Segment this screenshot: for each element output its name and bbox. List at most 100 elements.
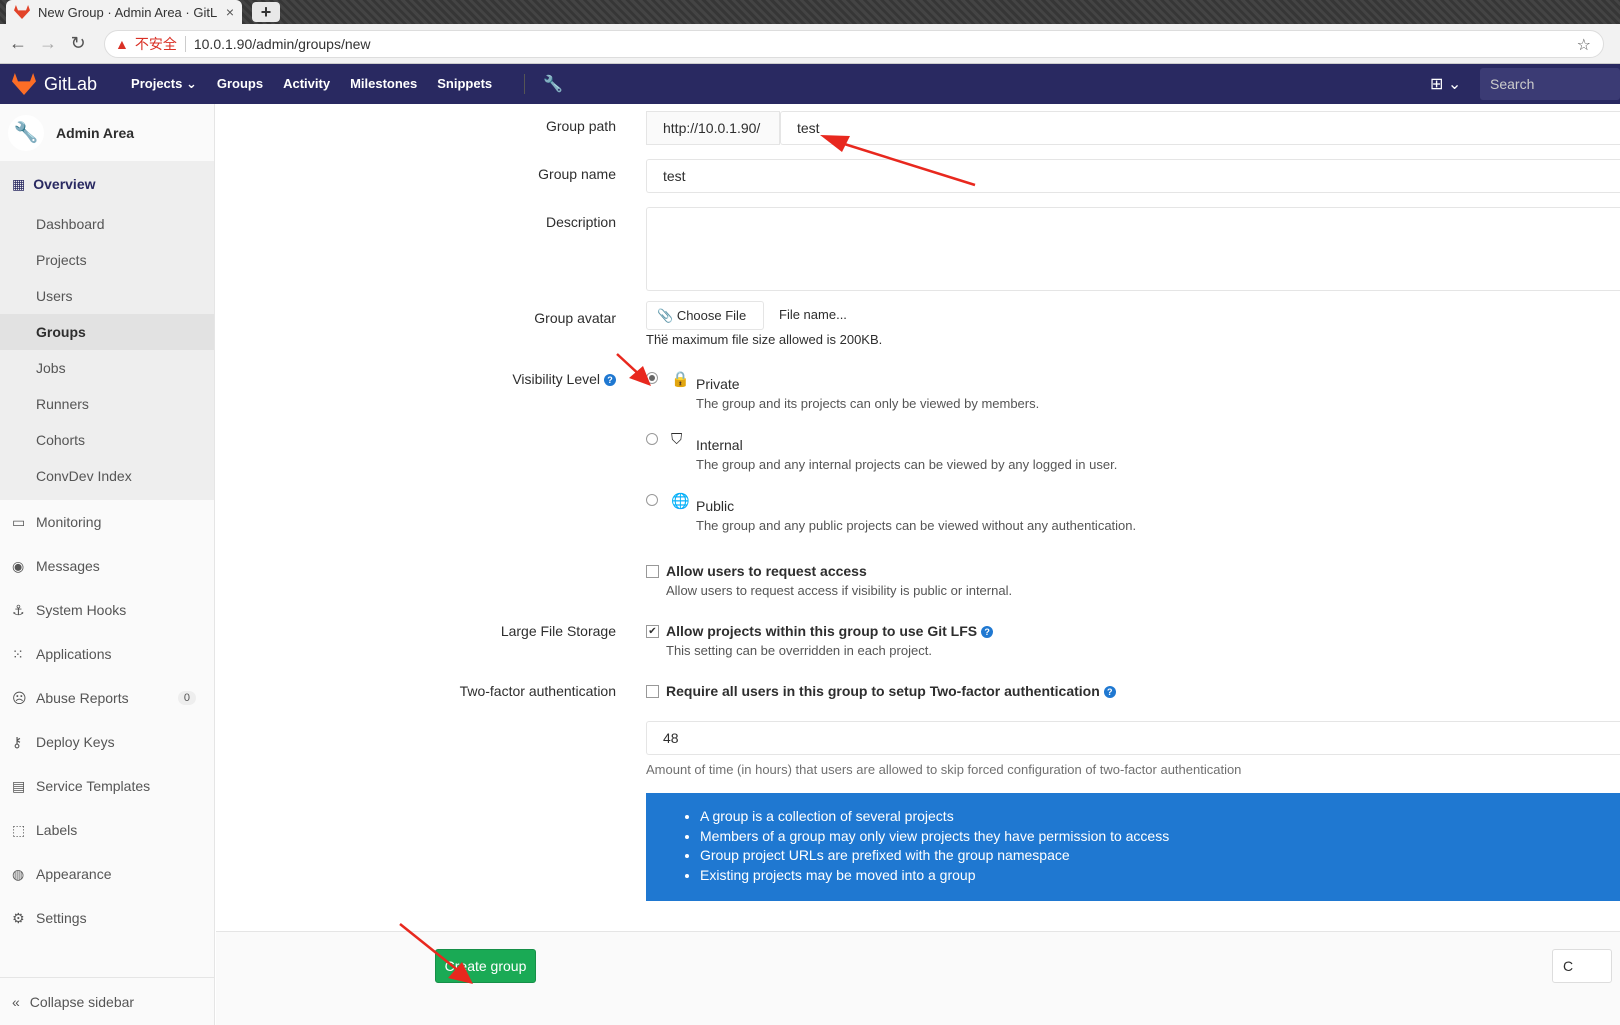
sidebar-item-monitoring[interactable]: ▭ Monitoring — [0, 500, 214, 544]
browser-tab[interactable]: New Group · Admin Area · GitL × — [6, 0, 242, 24]
two-factor-checkbox[interactable] — [646, 685, 659, 698]
lfs-label: Large File Storage — [500, 623, 616, 639]
forward-icon[interactable]: → — [36, 33, 60, 54]
sidebar-item-overview[interactable]: ▦ Overview — [0, 162, 214, 206]
help-icon[interactable]: ? — [981, 626, 994, 639]
browser-tab-strip: New Group · Admin Area · GitL × + — [0, 0, 1620, 24]
nav-milestones[interactable]: Milestones — [350, 76, 417, 92]
bookmark-star-icon[interactable]: ☆ — [1577, 35, 1591, 55]
sidebar-item-service-templates[interactable]: ▤ Service Templates — [0, 764, 214, 808]
lock-icon: 🔒 — [671, 371, 690, 388]
key-icon: ⚷ — [12, 733, 23, 750]
globe-icon: 🌐 — [671, 493, 690, 510]
group-name-label: Group name — [538, 166, 616, 182]
visibility-level-label: Visibility Level? — [512, 371, 616, 387]
gear-icon: ⚙ — [12, 909, 25, 926]
visibility-private-title: Private — [696, 376, 740, 392]
sidebar-item-runners[interactable]: Runners — [0, 386, 214, 422]
visibility-internal-radio[interactable] — [646, 433, 658, 445]
sidebar-item-applications[interactable]: ⁙ Applications — [0, 632, 214, 676]
group-info-box: A group is a collection of several proje… — [646, 793, 1620, 901]
nav-groups[interactable]: Groups — [217, 76, 263, 92]
sidebar-item-settings[interactable]: ⚙ Settings — [0, 896, 214, 940]
divider — [184, 36, 186, 52]
form-actions: Create group C — [216, 931, 1620, 1025]
visibility-public-radio[interactable] — [646, 494, 658, 506]
choose-file-button[interactable]: 📎 Choose File ... — [646, 301, 764, 339]
info-item: Members of a group may only view project… — [700, 827, 1620, 847]
gitlab-favicon-icon — [14, 5, 30, 19]
face-icon: ☹ — [12, 689, 27, 706]
double-chevron-left-icon: « — [12, 993, 20, 1010]
visibility-public-desc: The group and any public projects can be… — [696, 518, 1137, 533]
url-input[interactable]: ▲ 不安全 10.0.1.90/admin/groups/new ☆ — [104, 30, 1604, 58]
visibility-public-title: Public — [696, 498, 735, 514]
sidebar-item-users[interactable]: Users — [0, 278, 214, 314]
group-name-input[interactable]: test — [646, 159, 1620, 193]
sidebar-item-jobs[interactable]: Jobs — [0, 350, 214, 386]
sidebar-item-groups[interactable]: Groups — [0, 314, 214, 350]
sidebar-item-dashboard[interactable]: Dashboard — [0, 206, 214, 242]
gitlab-logo[interactable]: GitLab — [12, 73, 97, 95]
request-access-checkbox[interactable] — [646, 565, 659, 578]
abuse-count-badge: 0 — [177, 691, 196, 705]
collapse-sidebar-button[interactable]: « Collapse sidebar — [0, 977, 215, 1025]
shield-icon: ⛉ — [671, 431, 683, 448]
two-factor-grace-input[interactable]: 48 — [646, 721, 1620, 755]
sidebar-header[interactable]: 🔧 Admin Area — [0, 104, 214, 162]
new-dropdown-plus-icon[interactable]: ⊞ ⌄ — [1430, 74, 1461, 94]
new-tab-button[interactable]: + — [252, 2, 280, 22]
warning-icon: ▲ — [115, 36, 129, 52]
admin-wrench-icon[interactable]: 🔧 — [524, 74, 563, 94]
url-text: 10.0.1.90/admin/groups/new — [193, 36, 371, 52]
cancel-button[interactable]: C — [1552, 949, 1612, 983]
description-textarea[interactable] — [646, 207, 1620, 291]
sidebar-item-appearance[interactable]: ◍ Appearance — [0, 852, 214, 896]
broadcast-icon: ◉ — [12, 557, 25, 574]
file-name-text: File name... — [779, 307, 847, 322]
address-bar: ← → ↻ ▲ 不安全 10.0.1.90/admin/groups/new ☆ — [0, 24, 1620, 64]
back-icon[interactable]: ← — [6, 33, 30, 54]
request-access-title: Allow users to request access — [666, 563, 867, 579]
new-group-form: Group path Group name Description Group … — [216, 104, 1620, 1025]
create-group-button[interactable]: Create group — [435, 949, 536, 983]
sidebar-item-projects[interactable]: Projects — [0, 242, 214, 278]
nav-activity[interactable]: Activity — [283, 76, 330, 92]
monitor-icon: ▭ — [12, 513, 26, 530]
group-path-label: Group path — [545, 118, 616, 134]
nav-projects[interactable]: Projects ⌄ — [131, 76, 197, 92]
insecure-label: 不安全 — [134, 36, 177, 52]
overview-submenu: Dashboard Projects Users Groups Jobs Run… — [0, 206, 214, 500]
reload-icon[interactable]: ↻ — [66, 33, 90, 54]
visibility-private-radio[interactable] — [646, 372, 658, 384]
lfs-desc: This setting can be overridden in each p… — [666, 643, 932, 658]
help-icon[interactable]: ? — [1103, 686, 1116, 699]
description-label: Description — [545, 214, 616, 230]
sidebar-item-deploy-keys[interactable]: ⚷ Deploy Keys — [0, 720, 214, 764]
wrench-icon: 🔧 — [8, 114, 44, 151]
grid-icon: ⁙ — [12, 645, 24, 662]
paperclip-icon: 📎 — [657, 308, 674, 323]
palette-icon: ◍ — [12, 865, 25, 882]
close-icon[interactable]: × — [226, 4, 234, 20]
group-avatar-label: Group avatar — [534, 310, 616, 326]
anchor-icon: ⚓ — [12, 601, 25, 618]
brand-name: GitLab — [44, 73, 98, 94]
two-factor-title: Require all users in this group to setup… — [666, 683, 1116, 699]
two-factor-label: Two-factor authentication — [459, 683, 616, 699]
search-input[interactable]: Search — [1480, 68, 1620, 100]
group-path-input[interactable]: test — [780, 111, 1620, 145]
top-nav: Projects ⌄ Groups Activity Milestones Sn… — [131, 76, 512, 92]
sidebar-item-labels[interactable]: ⬚ Labels — [0, 808, 214, 852]
sidebar-item-abuse-reports[interactable]: ☹ Abuse Reports 0 — [0, 676, 214, 720]
nav-snippets[interactable]: Snippets — [437, 76, 492, 92]
sidebar-item-convdev-index[interactable]: ConvDev Index — [0, 458, 214, 494]
info-item: Existing projects may be moved into a gr… — [700, 866, 1620, 886]
lfs-checkbox[interactable]: ✔ — [646, 625, 659, 638]
label-icon: ⬚ — [12, 821, 26, 838]
sidebar-item-messages[interactable]: ◉ Messages — [0, 544, 214, 588]
sidebar-item-system-hooks[interactable]: ⚓ System Hooks — [0, 588, 214, 632]
help-icon[interactable]: ? — [604, 374, 616, 387]
template-icon: ▤ — [12, 777, 26, 794]
sidebar-item-cohorts[interactable]: Cohorts — [0, 422, 214, 458]
